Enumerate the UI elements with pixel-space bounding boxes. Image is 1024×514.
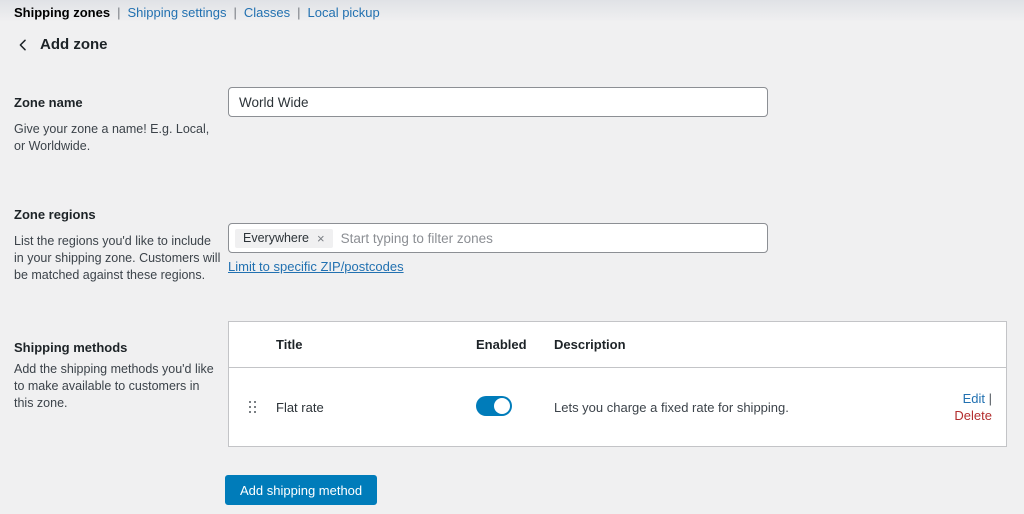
subnav-separator: |	[233, 5, 237, 20]
subnav-classes[interactable]: Classes	[244, 5, 290, 20]
action-separator: |	[988, 391, 992, 406]
zone-name-label: Zone name	[14, 95, 83, 110]
zone-name-description: Give your zone a name! E.g. Local, or Wo…	[14, 122, 210, 153]
column-header-title: Title	[276, 337, 303, 352]
delete-method-link[interactable]: Delete	[954, 408, 992, 423]
chevron-left-icon	[19, 39, 26, 50]
edit-method-link[interactable]: Edit	[963, 391, 985, 406]
method-title: Flat rate	[276, 399, 324, 415]
page-header: Add zone	[16, 36, 108, 53]
method-actions: Edit | Delete	[946, 390, 1006, 424]
subnav-separator: |	[117, 5, 121, 20]
add-shipping-method-button[interactable]: Add shipping method	[225, 475, 378, 505]
shipping-methods-description: Add the shipping methods you'd like to m…	[14, 362, 214, 410]
subnav-separator: |	[297, 5, 301, 20]
limit-postcodes-link[interactable]: Limit to specific ZIP/postcodes	[228, 259, 404, 274]
shipping-methods-table: Title Enabled Description Flat rate Lets…	[228, 321, 1007, 447]
zone-regions-select[interactable]: Everywhere ×	[228, 223, 768, 253]
flat-rate-enabled-toggle[interactable]	[476, 395, 512, 416]
column-header-description: Description	[554, 337, 626, 352]
page-title: Add zone	[40, 36, 108, 53]
table-row-flat-rate: Flat rate Lets you charge a fixed rate f…	[229, 368, 1006, 446]
drag-handle-icon[interactable]	[248, 400, 257, 414]
method-description: Lets you charge a fixed rate for shippin…	[554, 399, 789, 415]
shipping-subnav: Shipping zones | Shipping settings | Classes…	[14, 5, 380, 20]
subnav-shipping-settings[interactable]: Shipping settings	[127, 5, 226, 20]
remove-tag-icon[interactable]: ×	[317, 232, 325, 245]
shipping-zone-settings-page: Shipping zones | Shipping settings | Classes…	[0, 0, 1024, 514]
region-tag-label: Everywhere	[243, 230, 309, 245]
region-filter-input[interactable]	[340, 230, 761, 246]
subnav-shipping-zones[interactable]: Shipping zones	[14, 5, 110, 20]
zone-name-input[interactable]	[228, 87, 768, 117]
region-tag-everywhere: Everywhere ×	[235, 228, 333, 248]
table-header-row: Title Enabled Description	[229, 322, 1006, 368]
zone-regions-label: Zone regions	[14, 207, 96, 222]
back-button[interactable]	[16, 38, 30, 52]
zone-regions-description: List the regions you'd like to include i…	[14, 234, 221, 282]
shipping-methods-label: Shipping methods	[14, 340, 128, 355]
subnav-local-pickup[interactable]: Local pickup	[308, 5, 380, 20]
column-header-enabled: Enabled	[476, 337, 527, 352]
